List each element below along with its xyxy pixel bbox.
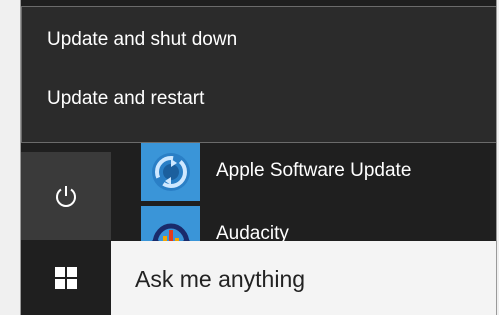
- windows-logo-icon: [55, 267, 77, 289]
- update-and-restart-item[interactable]: Update and restart: [22, 71, 496, 127]
- search-placeholder: Ask me anything: [135, 266, 306, 292]
- app-label: Apple Software Update: [216, 160, 412, 181]
- power-icon: [56, 186, 76, 207]
- start-button[interactable]: [21, 241, 111, 315]
- update-and-shut-down-item[interactable]: Update and shut down: [22, 12, 496, 68]
- app-item-apple-software-update[interactable]: Apple Software Update: [141, 143, 496, 201]
- search-box[interactable]: Ask me anything: [111, 241, 496, 315]
- start-menu-frame: Apple Software Update Audacity Update an…: [20, 0, 497, 315]
- power-options-menu: Update and shut down Update and restart: [21, 6, 496, 143]
- apple-software-update-icon: [141, 143, 200, 201]
- power-button[interactable]: [21, 152, 111, 240]
